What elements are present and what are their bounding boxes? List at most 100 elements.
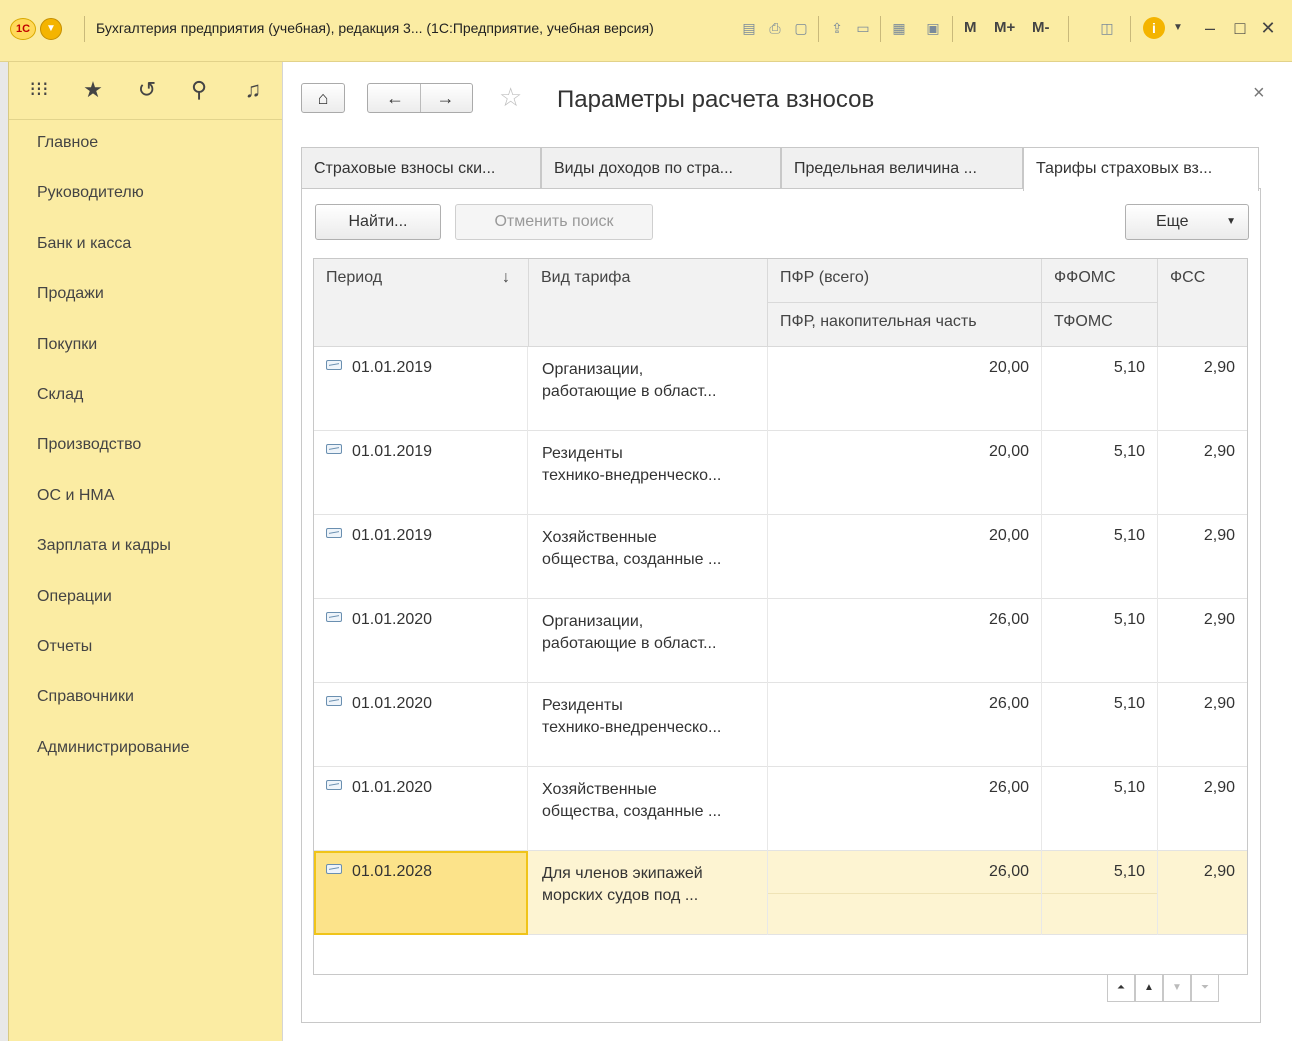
info-icon[interactable]: i — [1143, 17, 1165, 39]
header-pfr-funded[interactable]: ПФР, накопительная часть — [768, 303, 1042, 347]
apps-grid-icon[interactable]: ⁝⁝⁝ — [25, 76, 53, 104]
favorites-star-icon[interactable]: ★ — [79, 76, 107, 104]
fss-cell: 2,90 — [1203, 863, 1235, 880]
sidebar-item-reports[interactable]: Отчеты — [37, 638, 92, 656]
period-cell: 01.01.2020 — [314, 599, 528, 683]
table-row[interactable]: 01.01.2019 Резиденты технико-внедренческо… — [314, 431, 1247, 515]
scroll-up-icon[interactable]: ▲ — [1135, 974, 1163, 1002]
sidebar-item-sales[interactable]: Продажи — [37, 285, 104, 303]
forward-arrow-icon[interactable]: → — [420, 84, 470, 112]
main-menu-button[interactable]: ▼ — [40, 18, 62, 40]
tab-insurance-rates[interactable]: Тарифы страховых вз... — [1023, 147, 1259, 191]
sidebar-item-purchases[interactable]: Покупки — [37, 336, 97, 354]
pfr-cell: 26,00 — [768, 851, 1042, 935]
sidebar-item-fixed-assets[interactable]: ОС и НМА — [37, 487, 114, 505]
back-arrow-icon[interactable]: ← — [370, 84, 420, 112]
table-row[interactable]: 01.01.2020 Хозяйственные общества, создан… — [314, 767, 1247, 851]
sidebar-item-production[interactable]: Производство — [37, 436, 141, 454]
tab-limit-value[interactable]: Предельная величина ... — [781, 147, 1023, 189]
rate-type-cell: Хозяйственные общества, созданные ... — [528, 767, 768, 851]
add-to-favorites-star-icon[interactable]: ☆ — [499, 82, 522, 113]
sidebar-item-manager[interactable]: Руководителю — [37, 184, 144, 202]
header-rate-type[interactable]: Вид тарифа — [529, 259, 768, 347]
maximize-icon[interactable]: □ — [1228, 15, 1252, 41]
panel-layout-icon[interactable]: ◫ — [1096, 17, 1118, 39]
scroll-to-bottom-icon[interactable]: ⏷ — [1191, 974, 1219, 1002]
table-scroll-controls: ⏶ ▲ ▼ ⏷ — [1107, 974, 1247, 1002]
period-cell: 01.01.2028 — [314, 851, 528, 935]
pfr-cell: 26,00 — [768, 767, 1042, 851]
rates-table: Период ↓ Вид тарифа ПФР (всего) ПФР, нак… — [313, 258, 1248, 975]
upload-icon[interactable]: ⇪ — [826, 17, 848, 39]
memory-minus-button[interactable]: M- — [1032, 17, 1050, 39]
tab-insurance-discounts[interactable]: Страховые взносы ски... — [301, 147, 541, 189]
find-button[interactable]: Найти... — [315, 204, 441, 240]
sidebar-item-catalogs[interactable]: Справочники — [37, 688, 134, 706]
divider — [1130, 16, 1131, 42]
table-row-selected[interactable]: 01.01.2028 Для членов экипажей морских су… — [314, 851, 1247, 935]
sidebar-item-administration[interactable]: Администрирование — [37, 739, 190, 757]
scroll-to-top-icon[interactable]: ⏶ — [1107, 974, 1135, 1002]
calculator-icon[interactable]: ▦ — [888, 17, 910, 39]
rate-type-line2: работающие в област... — [542, 383, 717, 400]
header-fss[interactable]: ФСС — [1158, 259, 1247, 347]
table-row[interactable]: 01.01.2019 Хозяйственные общества, создан… — [314, 515, 1247, 599]
print-icon[interactable]: ⎙ — [764, 17, 786, 39]
rate-type-line1: Организации, — [542, 613, 644, 630]
pfr-cell: 26,00 — [768, 599, 1042, 683]
table-row[interactable]: 01.01.2020 Резиденты технико-внедренческо… — [314, 683, 1247, 767]
tab-income-types[interactable]: Виды доходов по стра... — [541, 147, 781, 189]
sidebar-item-operations[interactable]: Операции — [37, 588, 112, 606]
rate-type-line2: технико-внедренческо... — [542, 719, 722, 736]
memory-plus-button[interactable]: M+ — [994, 17, 1015, 39]
window-title: Бухгалтерия предприятия (учебная), редак… — [96, 20, 654, 36]
calendar-icon[interactable]: ▣ — [922, 17, 944, 39]
scanner-icon[interactable]: ▭ — [852, 17, 874, 39]
header-ffoms[interactable]: ФФОМС — [1042, 259, 1158, 303]
scroll-down-icon[interactable]: ▼ — [1163, 974, 1191, 1002]
period-value: 01.01.2020 — [352, 695, 433, 712]
sort-desc-icon: ↓ — [502, 269, 510, 286]
fss-cell: 2,90 — [1203, 611, 1235, 628]
ffoms-cell: 5,10 — [1042, 851, 1158, 935]
header-period[interactable]: Период ↓ — [314, 259, 529, 347]
pfr-cell: 20,00 — [768, 347, 1042, 431]
history-icon[interactable]: ↺ — [133, 76, 161, 104]
more-button[interactable]: Еще ▼ — [1125, 204, 1249, 240]
divider — [84, 16, 85, 42]
notifications-bell-icon[interactable]: ♫ — [239, 76, 267, 104]
rate-type-cell: Для членов экипажей морских судов под ... — [528, 851, 768, 935]
header-pfr-total[interactable]: ПФР (всего) — [768, 259, 1042, 303]
sidebar-item-payroll[interactable]: Зарплата и кадры — [37, 537, 171, 555]
page-title: Параметры расчета взносов — [557, 86, 875, 113]
preview-icon[interactable]: ▢ — [790, 17, 812, 39]
close-form-icon[interactable]: × — [1253, 82, 1265, 105]
ffoms-value: 5,10 — [1113, 863, 1145, 880]
sidebar-item-bank[interactable]: Банк и касса — [37, 235, 131, 253]
rate-type-line1: Для членов экипажей — [542, 865, 703, 882]
period-cell: 01.01.2020 — [314, 767, 528, 851]
memory-m-button[interactable]: M — [964, 17, 977, 39]
header-tfoms[interactable]: ТФОМС — [1042, 303, 1158, 347]
window-titlebar: 1С ▼ Бухгалтерия предприятия (учебная), … — [0, 0, 1292, 62]
table-row[interactable]: 01.01.2020 Организации, работающие в обла… — [314, 599, 1247, 683]
minimize-icon[interactable]: – — [1198, 15, 1222, 41]
close-window-icon[interactable]: ✕ — [1256, 15, 1280, 41]
sidebar-item-warehouse[interactable]: Склад — [37, 386, 83, 404]
sidebar-item-main[interactable]: Главное — [37, 134, 98, 152]
window-left-edge — [0, 62, 8, 1041]
home-button[interactable]: ⌂ — [301, 83, 345, 113]
pfr-value: 26,00 — [988, 863, 1029, 880]
divider — [818, 16, 819, 42]
info-dropdown-icon[interactable]: ▼ — [1167, 17, 1189, 39]
form-area: ⌂ ← → ☆ Параметры расчета взносов × Страх… — [282, 62, 1292, 1041]
ffoms-cell: 5,10 — [1042, 767, 1158, 851]
cancel-search-button[interactable]: Отменить поиск — [455, 204, 653, 240]
fss-cell: 2,90 — [1203, 527, 1235, 544]
table-row[interactable]: 01.01.2019 Организации, работающие в обла… — [314, 347, 1247, 431]
search-icon[interactable]: ⚲ — [185, 76, 213, 104]
record-icon — [326, 696, 342, 706]
rate-type-line1: Резиденты — [542, 445, 623, 462]
save-icon[interactable]: ▤ — [738, 17, 760, 39]
period-cell: 01.01.2020 — [314, 683, 528, 767]
